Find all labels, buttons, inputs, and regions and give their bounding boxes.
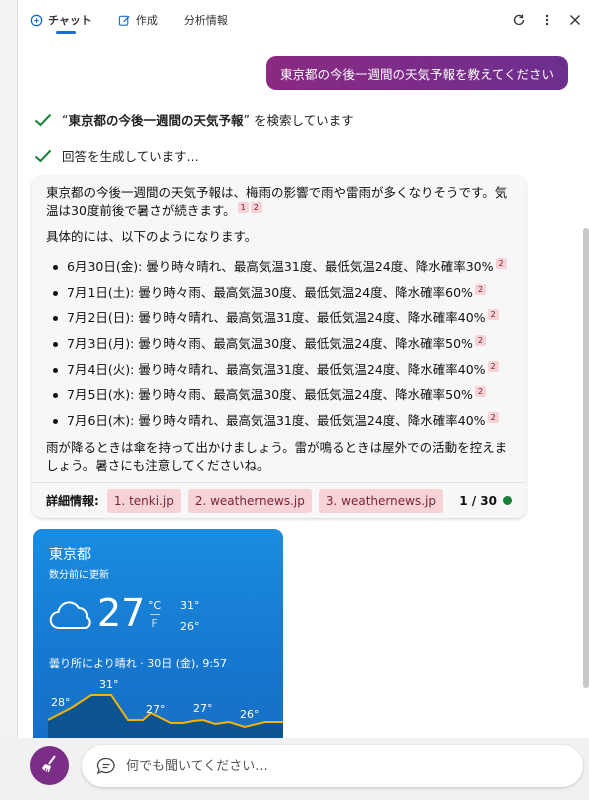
chat-icon	[30, 14, 43, 27]
chat-bubble-icon	[96, 757, 116, 775]
search-query: 東京都の今後一週間の天気予報	[68, 113, 244, 128]
more-icon[interactable]	[533, 13, 561, 27]
citation-badge[interactable]: 2	[495, 258, 507, 269]
high-temperature: 31°	[180, 599, 200, 612]
citation-badge[interactable]: 2	[487, 309, 499, 321]
list-item: 7月3日(月): 曇り時々雨、最高気温30度、最低気温24度、降水確率50% 2	[46, 331, 513, 357]
tab-chat[interactable]: チャット	[18, 0, 92, 40]
weather-card[interactable]: 東京都 数分前に更新 27 °C F 31° 26° 曇り所により晴れ · 30…	[33, 529, 283, 739]
unit-celsius[interactable]: °C	[148, 599, 161, 612]
unit-toggle[interactable]: °C F	[148, 599, 161, 630]
details-label: 詳細情報:	[46, 493, 99, 508]
close-icon[interactable]	[561, 14, 589, 26]
search-status-suffix: を検索しています	[249, 113, 354, 128]
current-temperature: 27	[97, 591, 146, 635]
forecast-list: 6月30日(金): 曇り時々晴れ、最高気温31度、最低気温24度、降水確率30%…	[46, 254, 513, 434]
citation-badge[interactable]: 1	[237, 202, 249, 213]
chat-input-box[interactable]	[82, 745, 583, 787]
new-topic-button[interactable]	[30, 746, 69, 785]
graph-label: 31°	[99, 678, 119, 691]
list-item: 7月6日(木): 曇り時々晴れ、最高気温31度、最低気温24度、降水確率40% 2	[46, 408, 513, 434]
tab-chat-label: チャット	[48, 14, 92, 27]
generating-status: 回答を生成しています...	[34, 146, 199, 165]
checkmark-icon	[34, 113, 52, 127]
list-item: 7月2日(日): 曇り時々晴れ、最高気温31度、最低気温24度、降水確率40% 2	[46, 305, 513, 331]
tab-insights[interactable]: 分析情報	[172, 0, 228, 40]
compose-icon	[118, 14, 131, 27]
user-message-text: 東京都の今後一週間の天気予報を教えてください	[279, 66, 554, 82]
citation-badge[interactable]: 2	[487, 412, 499, 424]
details-bar: 詳細情報: 1. tenki.jp 2. weathernews.jp 3. w…	[32, 482, 526, 518]
list-item: 7月5日(水): 曇り時々雨、最高気温30度、最低気温24度、降水確率50% 2	[46, 382, 513, 408]
source-link-1[interactable]: 1. tenki.jp	[106, 488, 181, 513]
checkmark-icon	[34, 149, 52, 163]
user-message-bubble: 東京都の今後一週間の天気予報を教えてください	[265, 56, 568, 90]
citation-badge[interactable]: 2	[474, 386, 487, 398]
tab-insights-label: 分析情報	[183, 14, 228, 27]
answer-lead: 具体的には、以下のようになります。	[46, 229, 258, 244]
source-link-3[interactable]: 3. weathernews.jp	[318, 488, 443, 513]
answer-closing: 雨が降るときは傘を持って出かけましょう。雷が鳴るときは屋外での活動を控えましょう…	[46, 439, 508, 473]
list-item: 7月1日(土): 曇り時々雨、最高気温30度、最低気温24度、降水確率60% 2	[46, 280, 513, 306]
answer-intro: 東京都の今後一週間の天気予報は、梅雨の影響で雨や雷雨が多くなりそうです。気温は3…	[46, 185, 508, 218]
top-bar: チャット 作成 分析情報	[18, 0, 589, 40]
graph-label: 27°	[193, 702, 213, 715]
window-left-edge	[0, 0, 18, 800]
weather-city: 東京都	[49, 547, 91, 563]
citation-badge[interactable]: 2	[474, 335, 487, 347]
generating-text: 回答を生成しています...	[62, 149, 199, 164]
broom-icon	[39, 753, 61, 778]
list-item: 6月30日(金): 曇り時々晴れ、最高気温31度、最低気温24度、降水確率30%…	[46, 254, 513, 280]
weather-condition: 曇り所により晴れ · 30日 (金), 9:57	[49, 657, 228, 670]
cloud-icon	[48, 597, 92, 636]
list-item: 7月4日(火): 曇り時々晴れ、最高気温31度、最低気温24度、降水確率40% 2	[46, 357, 513, 383]
search-status: “東京都の今後一週間の天気予報” を検索しています	[34, 110, 354, 129]
graph-label: 26°	[240, 708, 260, 721]
status-dot	[503, 496, 512, 505]
refresh-icon[interactable]	[505, 13, 533, 27]
tab-compose[interactable]: 作成	[106, 0, 158, 40]
citation-badge[interactable]: 2	[250, 202, 262, 213]
temperature-graph: 28° 31° 27° 27° 26°	[47, 678, 283, 739]
answer-card: 東京都の今後一週間の天気予報は、梅雨の影響で雨や雷雨が多くなりそうです。気温は3…	[32, 176, 526, 518]
graph-label: 27°	[146, 703, 166, 716]
graph-label: 28°	[51, 696, 71, 709]
citation-badge[interactable]: 2	[474, 283, 487, 295]
low-temperature: 26°	[180, 620, 200, 633]
unit-fahrenheit[interactable]: F	[148, 617, 161, 630]
page-counter: 1 / 30	[459, 492, 512, 510]
weather-updated: 数分前に更新	[49, 570, 109, 581]
citation-badge[interactable]: 2	[487, 360, 499, 372]
tab-compose-label: 作成	[135, 14, 158, 27]
scrollbar[interactable]	[583, 228, 589, 688]
chat-input[interactable]	[126, 758, 566, 774]
source-link-2[interactable]: 2. weathernews.jp	[187, 488, 312, 513]
